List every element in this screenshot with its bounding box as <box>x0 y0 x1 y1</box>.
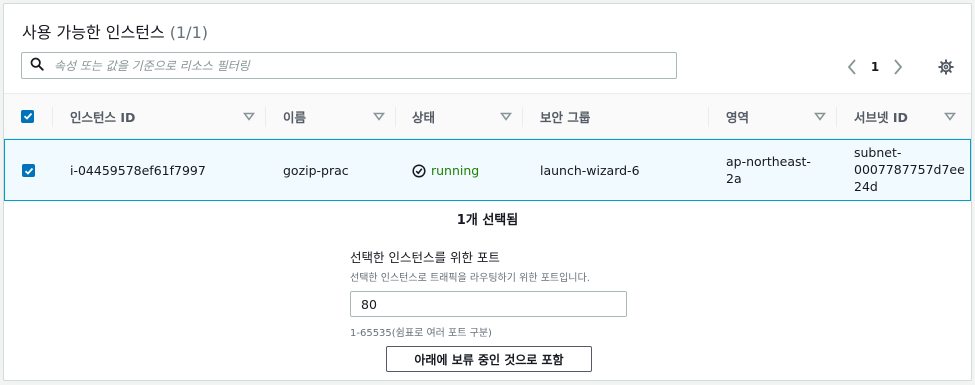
sort-caret-icon[interactable] <box>814 110 826 122</box>
select-all-checkbox[interactable] <box>21 109 34 123</box>
column-header-label: 영역 <box>726 109 750 125</box>
checkmark-icon <box>23 112 32 120</box>
table-settings-button[interactable] <box>936 57 956 77</box>
available-instances-panel: 사용 가능한 인스턴스 (1/1) 1 <box>3 3 972 381</box>
panel-title: 사용 가능한 인스턴스 (1/1) <box>22 19 208 43</box>
column-header-name[interactable]: 이름 <box>283 94 395 138</box>
column-header-instance-id[interactable]: 인스턴스 ID <box>70 94 265 138</box>
select-all-checkbox-cell[interactable] <box>21 94 41 138</box>
selection-summary: 1개 선택됨 <box>456 213 519 228</box>
cell-state: running <box>412 162 479 179</box>
table-row[interactable]: i-04459578ef61f7997 gozip-prac running l… <box>4 139 971 201</box>
gear-icon <box>938 59 954 75</box>
sort-caret-icon[interactable] <box>373 110 385 122</box>
filter-search-input[interactable] <box>54 58 654 73</box>
table-header: 인스턴스 ID 이름 상태 보안 그룹 영역 서브넷 ID <box>4 93 971 139</box>
column-divider <box>522 107 523 127</box>
column-header-label: 서브넷 ID <box>854 109 908 125</box>
subnet-line: 0007787757d7ee <box>854 162 965 177</box>
subnet-line: subnet- <box>854 145 902 160</box>
column-header-label: 이름 <box>283 109 307 125</box>
column-divider <box>52 107 53 127</box>
column-header-zone[interactable]: 영역 <box>726 94 836 138</box>
state-label: running <box>431 163 480 178</box>
cell-subnet-id: subnet- 0007787757d7ee 24d <box>854 144 965 195</box>
column-divider <box>836 107 837 127</box>
column-header-security-group[interactable]: 보안 그룹 <box>540 94 708 138</box>
zone-line: ap-northeast- <box>726 154 811 169</box>
chevron-right-icon <box>894 59 903 75</box>
column-divider <box>708 107 709 127</box>
column-header-state[interactable]: 상태 <box>412 94 522 138</box>
port-field-description: 선택한 인스턴스로 트래픽을 라우팅하기 위한 포트입니다. <box>350 273 590 284</box>
column-divider <box>395 107 396 127</box>
cell-security-group: launch-wizard-6 <box>540 163 640 178</box>
current-page-number[interactable]: 1 <box>862 60 888 74</box>
next-page-button[interactable] <box>888 57 908 77</box>
panel-title-text: 사용 가능한 인스턴스 <box>22 23 165 42</box>
zone-line: 2a <box>726 171 742 186</box>
search-icon <box>30 57 44 75</box>
cell-instance-id: i-04459578ef61f7997 <box>70 163 206 178</box>
cell-zone: ap-northeast- 2a <box>726 153 811 187</box>
panel-title-count: (1/1) <box>169 23 208 42</box>
column-header-label: 인스턴스 ID <box>70 109 136 125</box>
column-header-label: 상태 <box>412 109 436 125</box>
status-running-icon <box>412 163 426 178</box>
checkmark-icon <box>24 167 33 175</box>
column-divider <box>265 107 266 127</box>
port-field-label: 선택한 인스턴스를 위한 포트 <box>350 250 500 265</box>
filter-search-box[interactable] <box>21 52 677 79</box>
include-as-pending-button[interactable]: 아래에 보류 중인 것으로 포함 <box>386 346 592 372</box>
subnet-line: 24d <box>854 179 878 194</box>
column-header-subnet-id[interactable]: 서브넷 ID <box>854 94 966 138</box>
row-checkbox[interactable] <box>22 164 35 177</box>
port-form: 선택한 인스턴스를 위한 포트 선택한 인스턴스로 트래픽을 라우팅하기 위한 … <box>350 247 640 339</box>
sort-caret-icon[interactable] <box>500 110 512 122</box>
column-header-label: 보안 그룹 <box>540 109 591 125</box>
pagination: 1 <box>842 57 908 77</box>
sort-caret-icon[interactable] <box>243 110 255 122</box>
sort-caret-icon[interactable] <box>944 110 956 122</box>
previous-page-button[interactable] <box>842 57 862 77</box>
port-field-hint: 1-65535(쉼표로 여러 포트 구분) <box>350 328 492 339</box>
cell-name: gozip-prac <box>283 163 349 178</box>
chevron-left-icon <box>847 59 856 75</box>
port-input[interactable] <box>350 291 627 317</box>
